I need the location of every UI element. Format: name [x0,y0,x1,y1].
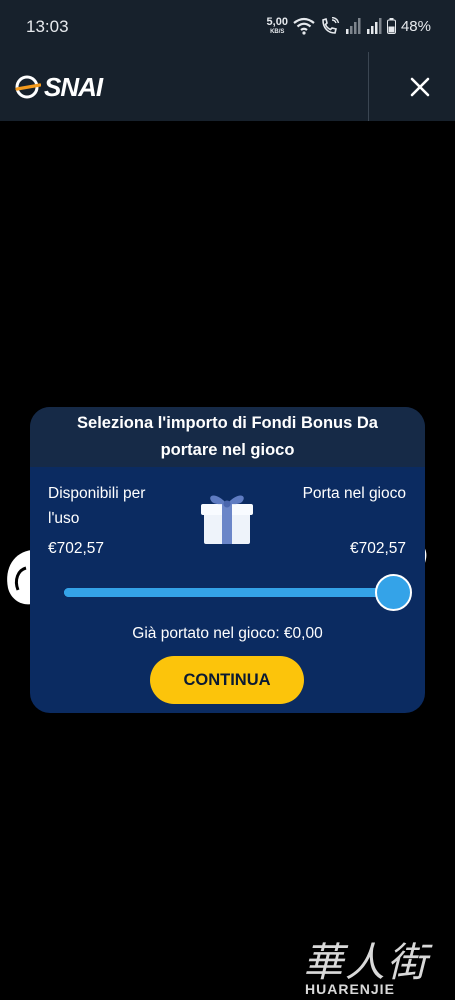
signal-icon-2 [366,18,382,34]
bonus-funds-dialog: Seleziona l'importo di Fondi Bonus Da po… [30,407,425,713]
amount-slider[interactable] [64,574,412,611]
watermark-latin: HUARENJIE [305,981,395,997]
status-time: 13:03 [26,17,69,36]
snai-logo-icon [15,75,41,99]
network-speed-value: 5,00 [266,16,288,28]
already-brought-text: Già portato nel gioco: €0,00 [132,625,323,642]
battery-percent: 48% [400,17,431,35]
wifi-icon [293,17,315,35]
gift-icon [201,495,253,544]
close-icon [410,77,430,97]
status-icons: 5,00 KB/S 48% [267,14,431,38]
app-header: SNAI [0,52,455,121]
wifi-calling-icon [322,17,340,34]
close-button[interactable] [403,70,437,104]
network-speed: 5,00 KB/S [266,16,288,36]
available-label: Disponibili per l'uso [48,485,146,527]
carry-label: Porta nel gioco [302,485,406,502]
dialog-header: Seleziona l'importo di Fondi Bonus Da po… [30,407,425,467]
battery-icon [386,18,396,34]
background-decoration-left [7,550,32,605]
network-speed-unit: KB/S [270,29,285,35]
header-divider [368,52,369,121]
carry-amount: €702,57 [349,540,406,557]
slider-thumb[interactable] [375,574,412,611]
signal-icon [345,18,361,34]
watermark-chars: 華人街 [303,940,429,986]
status-bar: 13:03 5,00 KB/S 48% [0,0,455,52]
available-amount: €702,57 [48,540,105,557]
slider-fill [64,588,394,597]
continue-button[interactable]: CONTINUA [150,656,304,704]
logo-text: SNAI [44,71,103,102]
snai-logo[interactable]: SNAI [15,71,103,102]
dialog-title: Seleziona l'importo di Fondi Bonus Da po… [77,414,378,459]
watermark: 華人街 HUARENJIE [303,930,453,1000]
